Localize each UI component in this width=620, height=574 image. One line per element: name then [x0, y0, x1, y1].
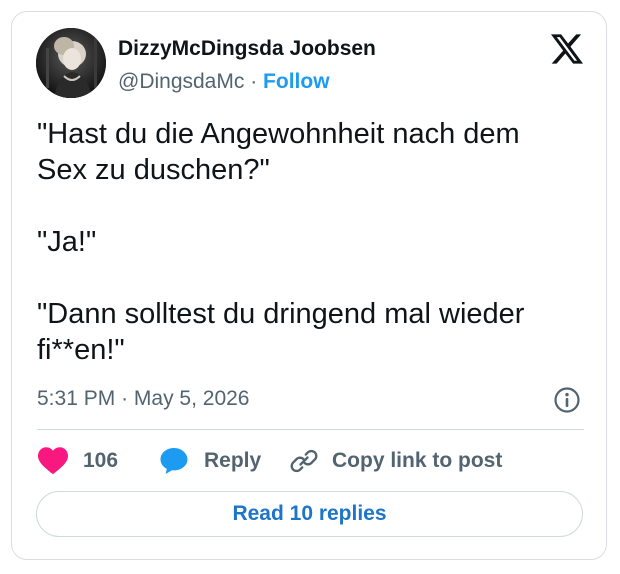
- speech-bubble-icon: [160, 448, 188, 474]
- like-count: 106: [83, 449, 119, 472]
- tweet-timestamp[interactable]: 5:31 PM · May 5, 2026: [37, 387, 249, 411]
- x-logo-icon[interactable]: [551, 34, 583, 64]
- handle-separator: ·: [250, 70, 258, 93]
- follow-button[interactable]: Follow: [263, 70, 330, 93]
- tweet-date: May 5, 2026: [133, 387, 250, 410]
- reply-label: Reply: [204, 449, 262, 472]
- like-button[interactable]: 106: [38, 446, 118, 476]
- author-handle[interactable]: @DingsdaMc: [118, 70, 244, 93]
- link-icon: [290, 449, 318, 473]
- divider: [37, 429, 584, 430]
- tweet-time: 5:31 PM: [37, 387, 116, 410]
- avatar[interactable]: [36, 28, 106, 98]
- author-handle-row: @DingsdaMc · Follow: [118, 70, 330, 94]
- reply-button[interactable]: Reply: [159, 446, 261, 476]
- heart-icon: [38, 447, 68, 475]
- read-replies-button[interactable]: Read 10 replies: [36, 491, 583, 537]
- copy-link-button[interactable]: Copy link to post: [289, 446, 502, 476]
- timestamp-separator: ·: [121, 387, 129, 410]
- copy-link-label: Copy link to post: [332, 449, 503, 472]
- avatar-image: [36, 28, 106, 98]
- author-name[interactable]: DizzyMcDingsda Joobsen: [118, 37, 376, 61]
- info-icon[interactable]: [553, 386, 581, 414]
- tweet-text: "Hast du die Angewohnheit nach dem Sex z…: [37, 118, 525, 366]
